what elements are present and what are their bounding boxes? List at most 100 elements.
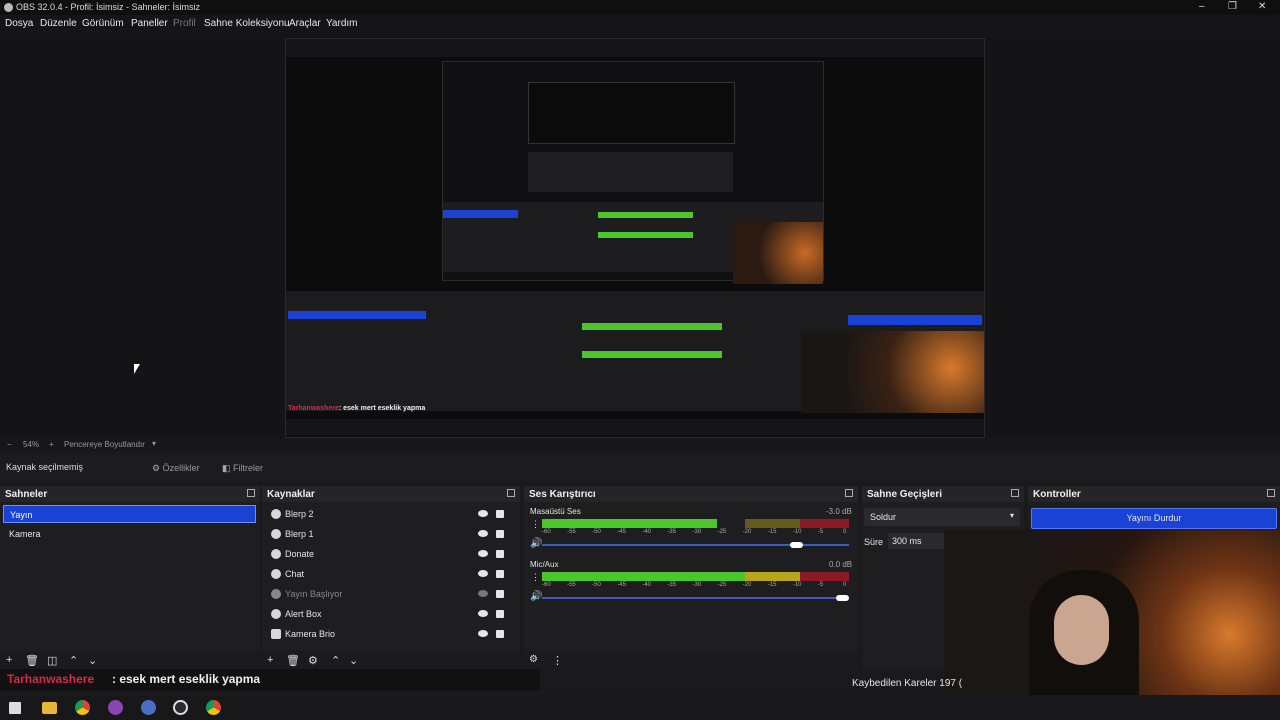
- zoom-in-button[interactable]: +: [49, 440, 54, 449]
- scenes-dock-footer: + 🗑 ◫ ⌃ ⌄: [0, 651, 260, 669]
- source-item-alert-box[interactable]: Alert Box: [268, 605, 508, 623]
- volume-knob[interactable]: [835, 595, 849, 601]
- maximize-button[interactable]: ❐: [1228, 1, 1237, 12]
- preview-nested-capture: Tarhanwashere: esek mert eseklik yapma: [285, 38, 985, 438]
- db-tick-label: 0: [843, 529, 847, 535]
- more-icon[interactable]: ⋮: [552, 654, 563, 667]
- db-tick-label: -35: [667, 582, 677, 588]
- channel-menu-icon[interactable]: ⋮: [531, 572, 540, 583]
- sources-dock-footer: + 🗑 ⚙ ⌃ ⌄: [262, 651, 520, 669]
- minimize-button[interactable]: –: [1199, 1, 1205, 12]
- lock-icon[interactable]: [496, 550, 504, 558]
- undock-icon[interactable]: [1011, 489, 1019, 497]
- eye-icon[interactable]: [478, 530, 488, 537]
- scene-filters-icon[interactable]: ◫: [47, 654, 57, 667]
- trash-icon[interactable]: 🗑: [286, 654, 300, 667]
- source-item-kamera-brio[interactable]: Kamera Brio: [268, 625, 508, 643]
- eye-icon[interactable]: [478, 610, 488, 617]
- app-icon-2[interactable]: [141, 700, 156, 715]
- db-tick-label: -40: [642, 529, 651, 535]
- channel-menu-icon[interactable]: ⋮: [531, 519, 540, 530]
- fit-window-label[interactable]: Pencereye Boyutlandır: [64, 440, 145, 449]
- scene-item-yayin[interactable]: Yayın: [3, 505, 256, 523]
- properties-button[interactable]: ⚙ Özellikler: [146, 459, 206, 477]
- lock-icon[interactable]: [496, 610, 504, 618]
- gear-icon[interactable]: ⚙: [529, 654, 538, 665]
- file-explorer-icon[interactable]: [42, 702, 57, 714]
- close-button[interactable]: ✕: [1258, 1, 1266, 12]
- browser-source-icon: [271, 509, 281, 519]
- eye-icon[interactable]: [478, 550, 488, 557]
- add-scene-icon[interactable]: +: [6, 654, 12, 666]
- nested-recursive-preview: [442, 61, 824, 284]
- db-tick-label: -50: [592, 529, 601, 535]
- eye-icon[interactable]: [478, 510, 488, 517]
- db-tick-label: -20: [742, 582, 752, 588]
- db-tick-label: -30: [692, 529, 702, 535]
- scenes-dock: Sahneler Yayın Kamera + 🗑 ◫ ⌃ ⌄: [0, 486, 260, 669]
- app-icon-3[interactable]: [206, 700, 221, 715]
- volume-slider[interactable]: [542, 542, 849, 548]
- scene-item-kamera[interactable]: Kamera: [3, 525, 256, 543]
- undock-icon[interactable]: [507, 489, 515, 497]
- stop-stream-button[interactable]: Yayını Durdur: [1031, 508, 1277, 529]
- menu-gorunum[interactable]: Görünüm: [82, 18, 124, 29]
- move-down-icon[interactable]: ⌄: [88, 654, 97, 667]
- menu-araclar[interactable]: Araçlar: [289, 18, 321, 29]
- meter-yellow-segment: [745, 519, 800, 528]
- meter-red-segment: [800, 572, 849, 581]
- lock-icon[interactable]: [496, 630, 504, 638]
- menu-sahne-koleksiyonu[interactable]: Sahne Koleksiyonu: [204, 18, 290, 29]
- obs-icon[interactable]: [173, 700, 188, 715]
- db-tick-label: -15: [767, 582, 777, 588]
- gear-icon[interactable]: ⚙: [308, 654, 318, 667]
- menu-bar: Dosya Düzenle Görünüm Paneller Profil Sa…: [0, 15, 1280, 34]
- sources-dock: Kaynaklar Blerp 2 Blerp 1 Donate Chat Ya…: [262, 486, 520, 669]
- speaker-icon[interactable]: 🔊: [530, 591, 542, 602]
- db-tick-label: 0: [843, 582, 847, 588]
- add-source-icon[interactable]: +: [267, 654, 273, 666]
- lock-icon[interactable]: [496, 570, 504, 578]
- source-item-donate[interactable]: Donate: [268, 545, 508, 563]
- zoom-out-button[interactable]: −: [7, 440, 12, 449]
- menu-paneller[interactable]: Paneller: [131, 18, 168, 29]
- volume-slider[interactable]: [542, 595, 849, 601]
- db-tick-label: -55: [567, 529, 576, 535]
- menu-dosya[interactable]: Dosya: [5, 18, 33, 29]
- trash-icon[interactable]: 🗑: [25, 654, 39, 667]
- move-up-icon[interactable]: ⌃: [331, 654, 340, 667]
- transition-select[interactable]: Soldur ▾: [864, 508, 1020, 526]
- undock-icon[interactable]: [845, 489, 853, 497]
- source-item-chat[interactable]: Chat: [268, 565, 508, 583]
- browser-source-icon: [271, 529, 281, 539]
- db-tick-label: -60: [542, 529, 551, 535]
- eye-icon[interactable]: [478, 570, 488, 577]
- filters-button[interactable]: ◧ Filtreler: [216, 459, 269, 477]
- lock-icon[interactable]: [496, 530, 504, 538]
- browser-source-icon: [271, 549, 281, 559]
- app-icon-1[interactable]: [108, 700, 123, 715]
- eye-hidden-icon[interactable]: [478, 590, 488, 597]
- windows-start-icon[interactable]: [9, 702, 21, 714]
- lock-icon[interactable]: [496, 590, 504, 598]
- source-item-yayin-basliyor[interactable]: Yayın Başlıyor: [268, 585, 508, 603]
- eye-icon[interactable]: [478, 630, 488, 637]
- zoom-level: 54%: [23, 440, 40, 449]
- speaker-icon[interactable]: 🔊: [530, 538, 542, 549]
- duration-input[interactable]: 300 ms: [888, 533, 944, 549]
- move-up-icon[interactable]: ⌃: [69, 654, 78, 667]
- menu-yardim[interactable]: Yardım: [326, 18, 358, 29]
- chevron-down-icon[interactable]: ▾: [152, 439, 156, 448]
- chrome-icon[interactable]: [75, 700, 90, 715]
- db-tick-label: -20: [742, 529, 752, 535]
- menu-duzenle[interactable]: Düzenle: [40, 18, 77, 29]
- source-item-blerp-2[interactable]: Blerp 2: [268, 505, 508, 523]
- volume-knob[interactable]: [789, 542, 803, 548]
- source-item-blerp-1[interactable]: Blerp 1: [268, 525, 508, 543]
- undock-icon[interactable]: [1267, 489, 1275, 497]
- mixer-dock-footer: ⚙ ⋮: [524, 651, 858, 669]
- undock-icon[interactable]: [247, 489, 255, 497]
- lock-icon[interactable]: [496, 510, 504, 518]
- menu-profil[interactable]: Profil: [173, 18, 196, 29]
- move-down-icon[interactable]: ⌄: [349, 654, 358, 667]
